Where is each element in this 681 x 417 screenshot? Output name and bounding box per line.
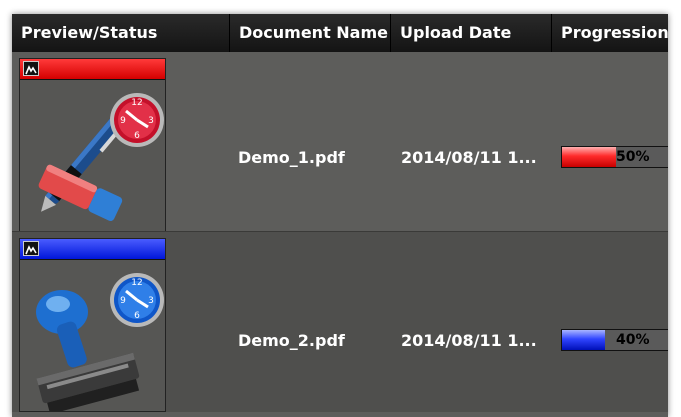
- column-header-document-name[interactable]: Document Name: [230, 14, 391, 52]
- svg-text:9: 9: [120, 296, 126, 306]
- stamp-clock-icon: 12 3 6 9: [20, 260, 165, 411]
- progress-bar: 50%: [561, 146, 668, 168]
- svg-text:6: 6: [134, 311, 140, 321]
- column-header-preview-status[interactable]: Preview/Status: [12, 14, 230, 52]
- preview-status-cell[interactable]: 12 3 6 9: [19, 238, 166, 412]
- table-header: Preview/Status Document Name Upload Date…: [12, 14, 668, 53]
- table-row[interactable]: 12 3 6 9 Demo_2.pdf 2014/08/11 1... 40%: [12, 231, 668, 412]
- documents-panel: Preview/Status Document Name Upload Date…: [12, 14, 668, 417]
- progress-bar: 40%: [561, 329, 668, 351]
- preview-status-cell[interactable]: 12 3 6 9: [19, 58, 166, 232]
- status-bar-blue: [20, 239, 165, 260]
- document-name[interactable]: Demo_2.pdf: [238, 331, 345, 350]
- table-row[interactable]: 12 3 6 9 Demo_1.pdf 2014/08/11 1... 50%: [12, 52, 668, 232]
- upload-date: 2014/08/11 1...: [401, 331, 537, 350]
- svg-text:6: 6: [134, 131, 140, 141]
- column-header-progression[interactable]: Progression: [552, 14, 668, 52]
- upload-date: 2014/08/11 1...: [401, 148, 537, 167]
- svg-text:3: 3: [148, 116, 154, 126]
- progress-fill: [562, 147, 616, 167]
- svg-text:12: 12: [131, 278, 142, 288]
- progress-fill: [562, 330, 606, 350]
- progress-label: 40%: [616, 332, 650, 348]
- progress-label: 50%: [616, 149, 650, 165]
- window: Preview/Status Document Name Upload Date…: [0, 0, 681, 417]
- document-name[interactable]: Demo_1.pdf: [238, 148, 345, 167]
- signature-status-icon: [23, 61, 39, 76]
- status-bar-red: [20, 59, 165, 80]
- column-header-upload-date[interactable]: Upload Date: [391, 14, 552, 52]
- svg-text:12: 12: [131, 98, 142, 108]
- pen-eraser-clock-icon: 12 3 6 9: [20, 80, 165, 231]
- row-divider: [12, 231, 668, 232]
- svg-text:9: 9: [120, 116, 126, 126]
- signature-status-icon: [23, 241, 39, 256]
- svg-text:3: 3: [148, 296, 154, 306]
